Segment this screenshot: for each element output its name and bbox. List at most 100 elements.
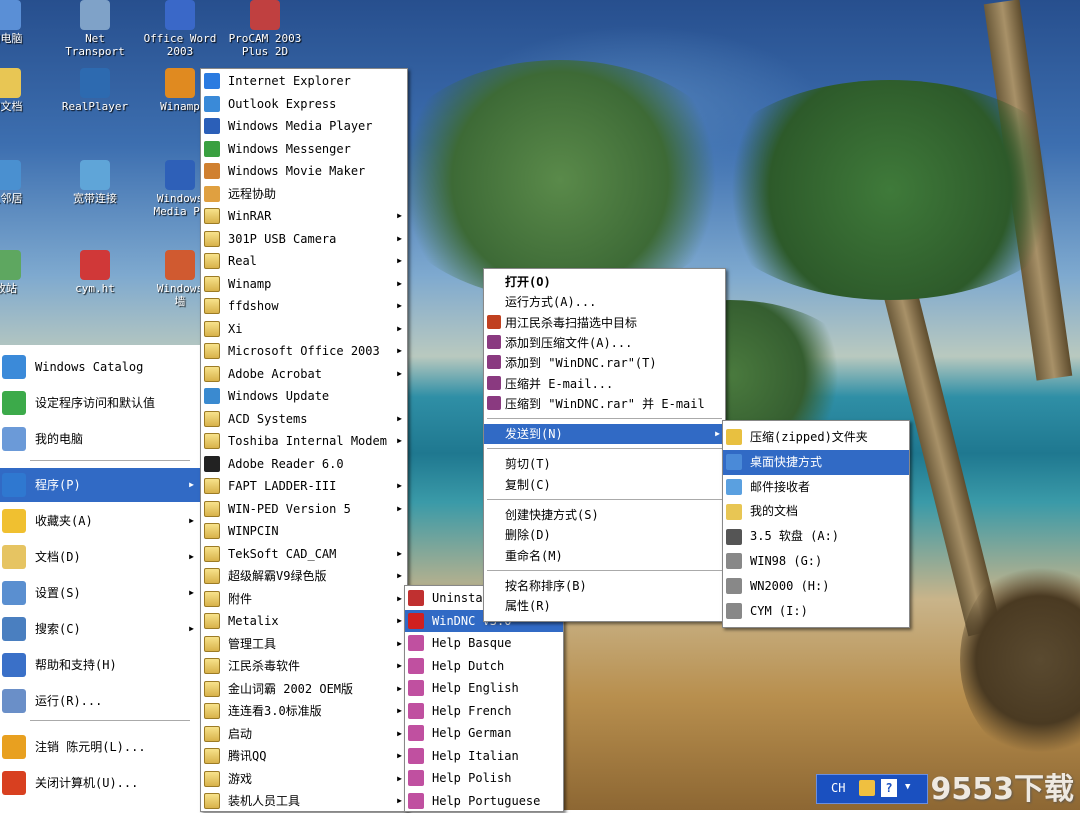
programs-menu-item[interactable]: TekSoft CAD_CAM ▶ xyxy=(201,543,407,566)
sendto-menu-item[interactable]: 3.5 软盘 (A:) xyxy=(723,524,909,549)
metalix-menu-item[interactable]: Help Dutch xyxy=(405,655,563,678)
programs-menu-item-label: 游戏 xyxy=(228,771,253,786)
programs-menu-item[interactable]: Adobe Acrobat ▶ xyxy=(201,363,407,386)
programs-menu-item[interactable]: ffdshow ▶ xyxy=(201,295,407,318)
sendto-menu-item[interactable]: 我的文档 xyxy=(723,499,909,524)
programs-menu-item[interactable]: Xi ▶ xyxy=(201,318,407,341)
start-menu-item[interactable]: 设置(S) ▶ xyxy=(0,576,200,610)
context-menu-item[interactable]: 创建快捷方式(S) xyxy=(484,505,725,525)
context-menu-item[interactable]: 用江民杀毒扫描选中目标 xyxy=(484,313,725,333)
start-menu-item[interactable]: 文档(D) ▶ xyxy=(0,540,200,574)
programs-menu-item[interactable]: WIN-PED Version 5 ▶ xyxy=(201,498,407,521)
start-menu-item[interactable]: 我的电脑 xyxy=(0,422,200,456)
programs-menu-item[interactable]: WinRAR ▶ xyxy=(201,205,407,228)
metalix-menu-item[interactable]: Help German xyxy=(405,722,563,745)
programs-menu-item[interactable]: Toshiba Internal Modem ▶ xyxy=(201,430,407,453)
programs-menu-item[interactable]: 腾讯QQ ▶ xyxy=(201,745,407,768)
metalix-menu-item-label: Help Dutch xyxy=(432,658,505,673)
start-menu-item[interactable]: 注销 陈元明(L)... xyxy=(0,730,200,764)
programs-menu-item[interactable]: Windows Messenger xyxy=(201,138,407,161)
desktop-icon-label: Windows Media Pl xyxy=(153,192,207,218)
programs-menu-item[interactable]: 金山词霸 2002 OEM版 ▶ xyxy=(201,678,407,701)
metalix-menu-item[interactable]: Help Italian xyxy=(405,745,563,768)
programs-menu-item[interactable]: 装机人员工具 ▶ xyxy=(201,790,407,813)
metalix-menu-item[interactable]: Help Basque xyxy=(405,632,563,655)
programs-menu-item[interactable]: ACD Systems ▶ xyxy=(201,408,407,431)
programs-menu-item[interactable]: Metalix ▶ xyxy=(201,610,407,633)
program-access-icon xyxy=(2,391,26,415)
desktop-icon[interactable]: 上邻居 xyxy=(0,160,46,205)
programs-menu-item[interactable]: 启动 ▶ xyxy=(201,723,407,746)
start-menu-item[interactable]: 搜索(C) ▶ xyxy=(0,612,200,646)
desktop-icon[interactable]: Net Transport xyxy=(55,0,135,58)
programs-menu-item[interactable]: 超级解霸V9绿色版 ▶ xyxy=(201,565,407,588)
programs-menu-item[interactable]: 游戏 ▶ xyxy=(201,768,407,791)
ie-icon xyxy=(204,73,220,90)
sendto-menu-item[interactable]: 邮件接收者 xyxy=(723,475,909,500)
context-menu-item[interactable]: 按名称排序(B) xyxy=(484,576,725,596)
start-menu-item[interactable]: 程序(P) ▶ xyxy=(0,468,200,502)
desktop-icon[interactable]: 的电脑 xyxy=(0,0,46,45)
context-menu-item-label: 用江民杀毒扫描选中目标 xyxy=(505,315,638,330)
desktop-icon[interactable]: 的文档 xyxy=(0,68,46,113)
start-menu-item[interactable]: 收藏夹(A) ▶ xyxy=(0,504,200,538)
programs-menu-item[interactable]: Windows Update xyxy=(201,385,407,408)
desktop-icon[interactable]: Office Word 2003 xyxy=(140,0,220,58)
context-menu-item[interactable]: 属性(R) xyxy=(484,596,725,616)
programs-menu-item[interactable]: 连连看3.0标准版 ▶ xyxy=(201,700,407,723)
sendto-menu-item[interactable]: 桌面快捷方式 xyxy=(723,449,909,475)
programs-menu-item[interactable]: WINPCIN xyxy=(201,520,407,543)
start-menu-item[interactable]: 关闭计算机(U)... xyxy=(0,766,200,800)
metalix-menu-item[interactable]: Help English xyxy=(405,677,563,700)
programs-menu-item[interactable]: Windows Media Player xyxy=(201,115,407,138)
programs-menu-item[interactable]: Microsoft Office 2003 ▶ xyxy=(201,340,407,363)
desktop-icon[interactable]: 收站 xyxy=(0,250,46,295)
context-menu-item[interactable]: 运行方式(A)... xyxy=(484,292,725,312)
language-indicator[interactable]: CH xyxy=(831,781,845,795)
desktop-icon[interactable]: cym.ht xyxy=(55,250,135,295)
programs-menu-item[interactable]: Adobe Reader 6.0 xyxy=(201,453,407,476)
context-menu-item[interactable]: 重命名(M) xyxy=(484,546,725,566)
help-icon[interactable]: ? xyxy=(881,779,897,797)
desktop-icon[interactable]: RealPlayer xyxy=(55,68,135,113)
metalix-menu-item[interactable]: Help French xyxy=(405,700,563,723)
programs-menu-item[interactable]: Winamp ▶ xyxy=(201,273,407,296)
sendto-menu-item[interactable]: 压缩(zipped)文件夹 xyxy=(723,425,909,450)
context-menu-item[interactable]: 添加到 "WinDNC.rar"(T) xyxy=(484,353,725,373)
context-menu-item[interactable]: 压缩到 "WinDNC.rar" 并 E-mail xyxy=(484,394,725,414)
desktop-icon[interactable]: ProCAM 2003 Plus 2D xyxy=(225,0,305,58)
metalix-menu-item[interactable]: Help Polish xyxy=(405,767,563,790)
programs-menu-item[interactable]: 江民杀毒软件 ▶ xyxy=(201,655,407,678)
context-menu-item[interactable]: 复制(C) xyxy=(484,475,725,495)
programs-menu-item[interactable]: 301P USB Camera ▶ xyxy=(201,228,407,251)
sendto-menu-item[interactable]: WN2000 (H:) xyxy=(723,574,909,599)
start-menu-item[interactable]: 运行(R)... xyxy=(0,684,200,718)
desktop-icon[interactable]: 宽带连接 xyxy=(55,160,135,205)
context-menu-item[interactable]: 删除(D) xyxy=(484,525,725,545)
context-menu-item[interactable]: 压缩并 E-mail... xyxy=(484,374,725,394)
start-menu-item[interactable]: 设定程序访问和默认值 xyxy=(0,386,200,420)
sendto-menu-item[interactable]: CYM (I:) xyxy=(723,599,909,624)
programs-menu-item[interactable]: Internet Explorer xyxy=(201,70,407,93)
context-menu-item[interactable]: 剪切(T) xyxy=(484,454,725,474)
programs-menu-item[interactable]: 附件 ▶ xyxy=(201,588,407,611)
context-menu-item[interactable]: 打开(O) xyxy=(484,272,725,292)
metalix-menu-item[interactable]: Help Portuguese xyxy=(405,790,563,813)
programs-menu-item[interactable]: 管理工具 ▶ xyxy=(201,633,407,656)
programs-menu-item[interactable]: Windows Movie Maker xyxy=(201,160,407,183)
context-menu-item[interactable]: 添加到压缩文件(A)... xyxy=(484,333,725,353)
ime-icon[interactable] xyxy=(859,780,875,796)
help-book-icon xyxy=(408,657,424,674)
programs-menu-item[interactable]: Real ▶ xyxy=(201,250,407,273)
help-book-icon xyxy=(408,747,424,764)
programs-menu-item[interactable]: FAPT LADDER-III ▶ xyxy=(201,475,407,498)
start-menu-item[interactable]: Windows Catalog xyxy=(0,350,200,384)
chevron-right-icon: ▶ xyxy=(397,233,402,243)
tray-arrow-icon[interactable]: ▼ xyxy=(905,782,910,792)
start-menu-item[interactable]: 帮助和支持(H) xyxy=(0,648,200,682)
sendto-menu-item[interactable]: WIN98 (G:) xyxy=(723,549,909,574)
programs-menu-item[interactable]: 远程协助 xyxy=(201,183,407,206)
context-menu-item[interactable]: 发送到(N) ▶ xyxy=(484,424,725,445)
programs-menu-item[interactable]: Outlook Express xyxy=(201,93,407,116)
winamp-icon xyxy=(165,68,195,98)
